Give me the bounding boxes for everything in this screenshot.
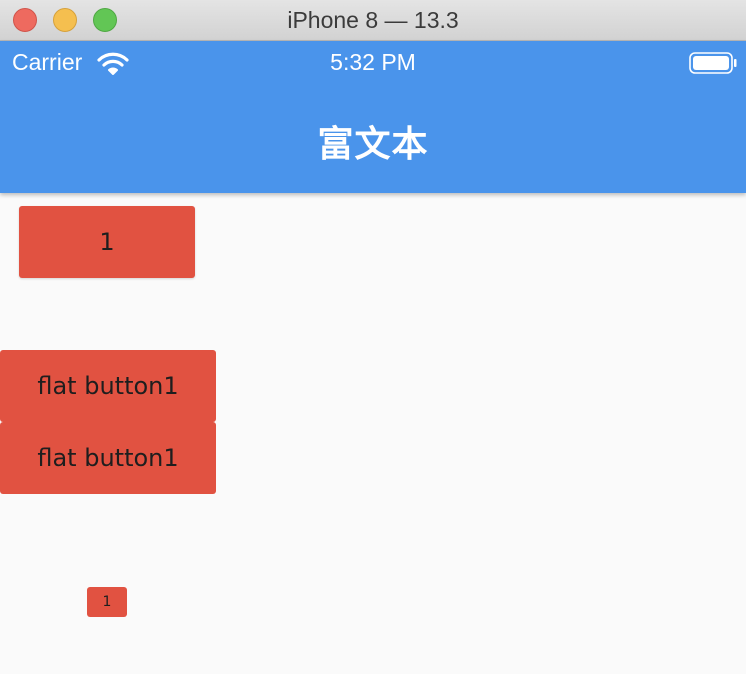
- simulator-window: iPhone 8 — 13.3 Carrier 5:32 PM 富文本 1 fl…: [0, 0, 746, 674]
- window-titlebar: iPhone 8 — 13.3: [0, 0, 746, 41]
- page-title: 富文本: [317, 124, 429, 165]
- flat-button-2[interactable]: flat button1: [0, 422, 216, 494]
- app-bar: Carrier 5:32 PM 富文本: [0, 41, 746, 193]
- battery-icon: [689, 52, 737, 74]
- small-button-1[interactable]: 1: [87, 587, 127, 617]
- raised-button-1[interactable]: 1: [19, 206, 195, 278]
- raised-button-1-label: 1: [99, 228, 115, 256]
- flat-button-1-label: flat button1: [37, 372, 179, 400]
- status-time: 5:32 PM: [330, 49, 416, 75]
- flat-button-1[interactable]: flat button1: [0, 350, 216, 422]
- small-button-1-label: 1: [102, 594, 112, 610]
- flat-button-2-label: flat button1: [37, 444, 179, 472]
- window-title: iPhone 8 — 13.3: [287, 7, 459, 33]
